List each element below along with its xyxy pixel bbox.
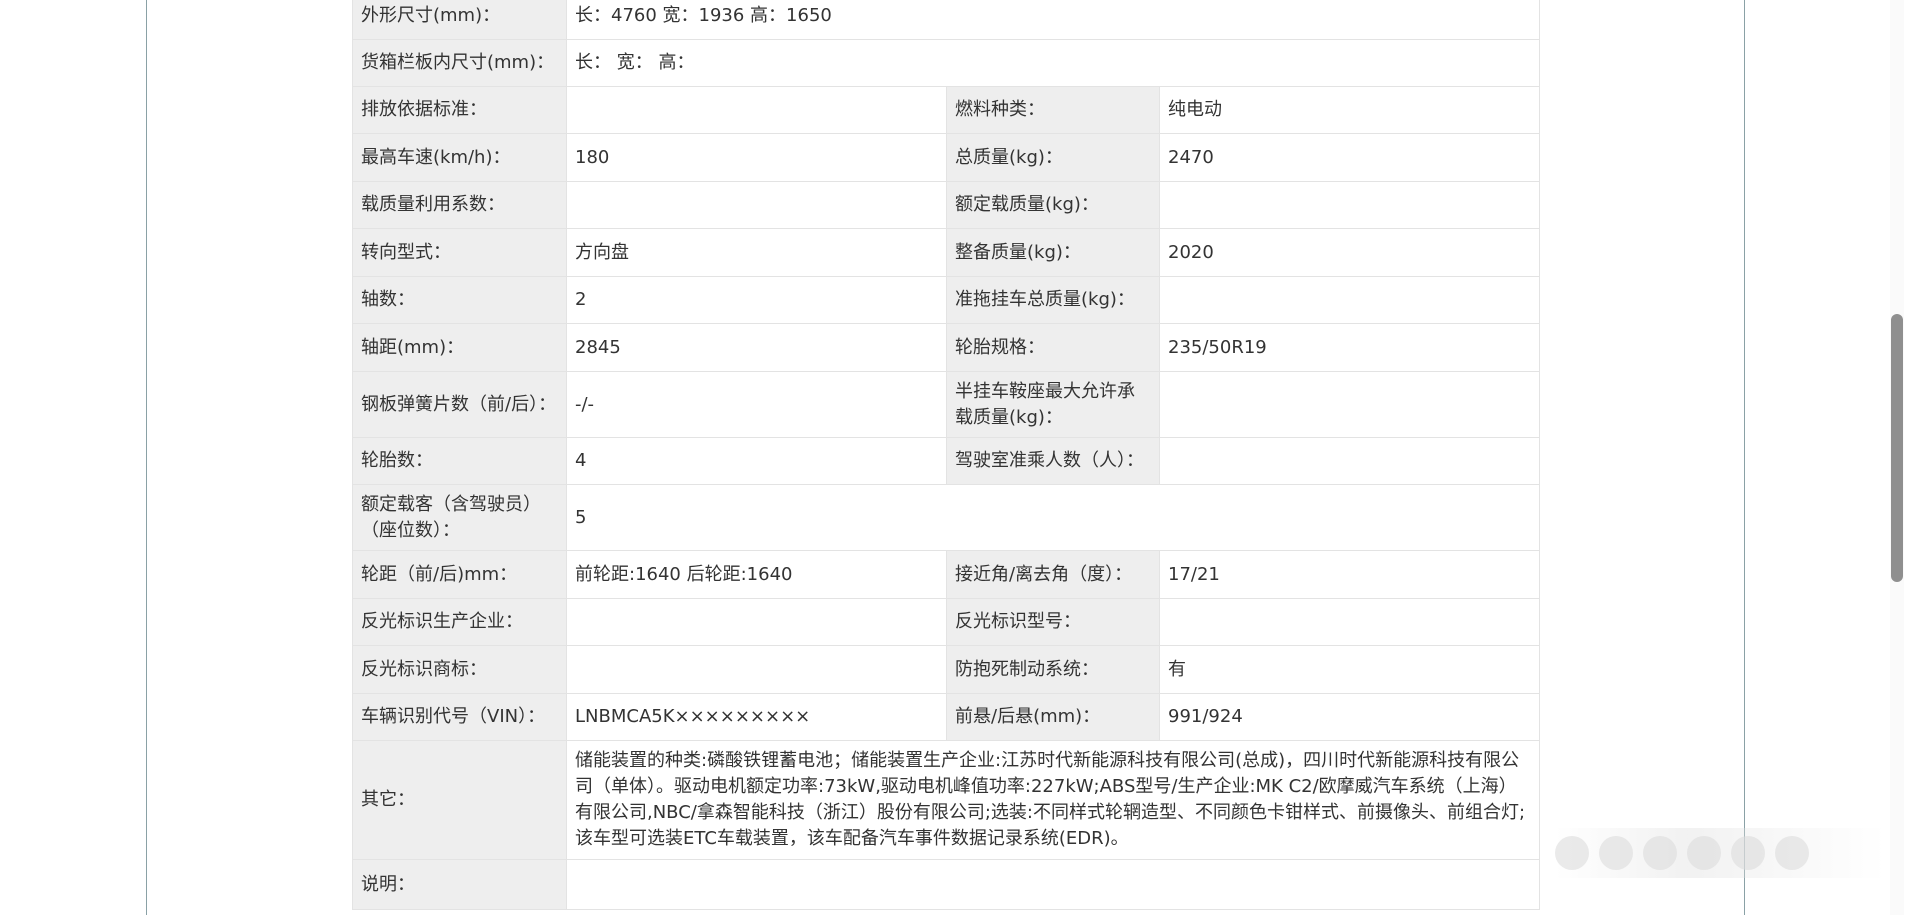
table-row: 转向型式： 方向盘 整备质量(kg)： 2020 [352,228,1541,277]
spec-value [566,598,947,646]
spec-label: 轮胎数： [352,437,567,485]
table-row: 额定载客（含驾驶员）（座位数）： 5 [352,484,1541,551]
table-row: 载质量利用系数： 额定载质量(kg)： [352,181,1541,229]
spec-value [1158,371,1541,438]
spec-value [1158,598,1541,646]
spec-value: 2 [566,276,947,324]
spec-value [1158,437,1541,485]
spec-label: 额定载客（含驾驶员）（座位数）： [352,484,567,551]
spec-value [566,181,947,229]
spec-value: LNBMCA5K××××××××× [566,693,947,741]
spec-value [1158,181,1541,229]
spec-value: -/- [566,371,947,438]
spec-label: 转向型式： [352,228,567,277]
spec-label: 反光标识型号： [946,598,1160,646]
spec-value [565,859,1541,910]
watermark-mark [1643,836,1677,870]
spec-label: 货箱栏板内尺寸(mm)： [352,39,567,87]
spec-value: 4 [566,437,947,485]
spec-label: 排放依据标准： [352,86,567,134]
watermark-mark [1731,836,1765,870]
watermark-mark [1687,836,1721,870]
spec-label: 半挂车鞍座最大允许承载质量(kg)： [946,371,1160,438]
spec-value: 前轮距:1640 后轮距:1640 [566,550,947,599]
spec-label: 轮胎规格： [946,323,1160,372]
spec-label: 轮距（前/后)mm： [352,550,567,599]
spec-value: 2470 [1158,133,1541,182]
table-row: 排放依据标准： 燃料种类： 纯电动 [352,86,1541,134]
spec-label: 车辆识别代号（VIN）： [352,693,567,741]
spec-label: 外形尺寸(mm)： [352,0,567,40]
spec-value: 5 [565,484,1541,551]
watermark-mark [1775,836,1809,870]
table-row: 轴距(mm)： 2845 轮胎规格： 235/50R19 [352,323,1541,372]
spec-value: 长： 宽： 高： [565,39,1541,87]
spec-value: 纯电动 [1158,86,1541,134]
table-row: 说明： [352,859,1541,910]
table-row: 反光标识商标： 防抱死制动系统： 有 [352,645,1541,694]
spec-label: 最高车速(km/h)： [352,133,567,182]
spec-value: 17/21 [1158,550,1541,599]
spec-label: 载质量利用系数： [352,181,567,229]
table-row: 其它： 储能装置的种类:磷酸铁锂蓄电池；储能装置生产企业:江苏时代新能源科技有限… [352,740,1541,860]
table-row: 轮胎数： 4 驾驶室准乘人数（人）： [352,437,1541,485]
table-row: 轴数： 2 准拖挂车总质量(kg)： [352,276,1541,324]
spec-label: 防抱死制动系统： [946,645,1160,694]
spec-label: 接近角/离去角（度）： [946,550,1160,599]
spec-value: 235/50R19 [1158,323,1541,372]
watermark-mark [1599,836,1633,870]
table-row: 钢板弹簧片数（前/后）： -/- 半挂车鞍座最大允许承载质量(kg)： [352,371,1541,438]
watermark-mark [1555,836,1589,870]
spec-value [566,86,947,134]
spec-label: 反光标识商标： [352,645,567,694]
scrollbar-thumb[interactable] [1891,314,1903,582]
spec-label: 整备质量(kg)： [946,228,1160,277]
spec-value [1158,276,1541,324]
spec-label: 其它： [352,740,567,860]
vehicle-spec-table: 外形尺寸(mm)： 长：4760 宽：1936 高：1650 货箱栏板内尺寸(m… [352,0,1541,910]
spec-label: 轴数： [352,276,567,324]
spec-value: 2845 [566,323,947,372]
spec-value: 有 [1158,645,1541,694]
spec-value: 长：4760 宽：1936 高：1650 [565,0,1541,40]
spec-label: 轴距(mm)： [352,323,567,372]
spec-value: 991/924 [1158,693,1541,741]
spec-value: 储能装置的种类:磷酸铁锂蓄电池；储能装置生产企业:江苏时代新能源科技有限公司(总… [565,740,1541,860]
spec-label: 驾驶室准乘人数（人）： [946,437,1160,485]
spec-label: 总质量(kg)： [946,133,1160,182]
spec-label: 额定载质量(kg)： [946,181,1160,229]
spec-label: 前悬/后悬(mm)： [946,693,1160,741]
spec-label: 反光标识生产企业： [352,598,567,646]
table-row: 车辆识别代号（VIN）： LNBMCA5K××××××××× 前悬/后悬(mm)… [352,693,1541,741]
table-row: 轮距（前/后)mm： 前轮距:1640 后轮距:1640 接近角/离去角（度）：… [352,550,1541,599]
spec-value: 2020 [1158,228,1541,277]
table-row: 货箱栏板内尺寸(mm)： 长： 宽： 高： [352,39,1541,87]
watermark [1555,828,1885,878]
table-row: 外形尺寸(mm)： 长：4760 宽：1936 高：1650 [352,0,1541,40]
spec-label: 钢板弹簧片数（前/后）： [352,371,567,438]
spec-value: 方向盘 [566,228,947,277]
spec-label: 说明： [352,859,567,910]
spec-label: 准拖挂车总质量(kg)： [946,276,1160,324]
spec-label: 燃料种类： [946,86,1160,134]
spec-value [566,645,947,694]
spec-value: 180 [566,133,947,182]
table-row: 反光标识生产企业： 反光标识型号： [352,598,1541,646]
table-row: 最高车速(km/h)： 180 总质量(kg)： 2470 [352,133,1541,182]
